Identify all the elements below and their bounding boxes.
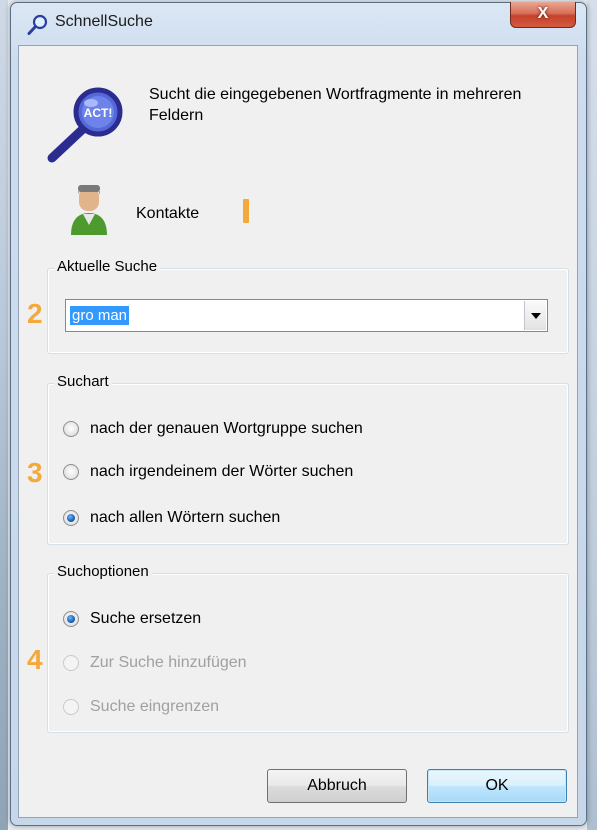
radio-label: Suche eingrenzen [90,698,219,715]
dropdown-button[interactable] [524,301,546,330]
radio-label: Zur Suche hinzufügen [90,654,247,671]
radio-label[interactable]: nach irgendeinem der Wörter suchen [90,462,353,482]
annotation-marker-4: 4 [27,644,43,675]
magnifier-icon [27,14,48,35]
quick-search-dialog: SchnellSuche X ACT! Sucht die eingegeben… [10,2,587,826]
annotation-marker-3: 3 [27,457,43,488]
radio-button-disabled [63,655,79,671]
radio-button[interactable] [63,421,79,437]
search-input-value[interactable]: gro man [70,306,130,325]
act-logo-text: ACT! [84,106,113,120]
annotation-marker-1 [243,199,249,223]
radio-label[interactable]: Suche ersetzen [90,609,201,629]
chevron-down-icon [531,313,541,319]
act-magnifier-icon: ACT! [47,87,123,163]
desktop-background-right [587,0,597,830]
annotation-marker-2: 2 [27,298,43,329]
desktop-background-left [0,0,8,830]
search-type-legend: Suchart [54,373,112,390]
dialog-body: ACT! Sucht die eingegebenen Wortfragment… [18,45,578,818]
contact-person-icon [71,185,107,235]
record-type-label: Kontakte [136,205,200,222]
ok-button[interactable]: OK [427,769,567,803]
radio-label[interactable]: nach der genauen Wortgruppe suchen [90,419,363,439]
radio-button-selected[interactable] [63,510,79,526]
close-button[interactable]: X [510,2,576,28]
current-search-legend: Aktuelle Suche [54,258,161,275]
search-options-legend: Suchoptionen [54,563,152,580]
search-description: Sucht die eingegebenen Wortfragmente in … [149,86,522,124]
radio-button-disabled [63,699,79,715]
window-title: SchnellSuche [55,13,153,30]
cancel-button[interactable]: Abbruch [267,769,407,803]
radio-label[interactable]: nach allen Wörtern suchen [90,508,280,528]
radio-button[interactable] [63,464,79,480]
search-combobox[interactable]: gro man [65,299,548,332]
title-bar[interactable]: SchnellSuche X [11,2,586,45]
radio-button-selected[interactable] [63,611,79,627]
